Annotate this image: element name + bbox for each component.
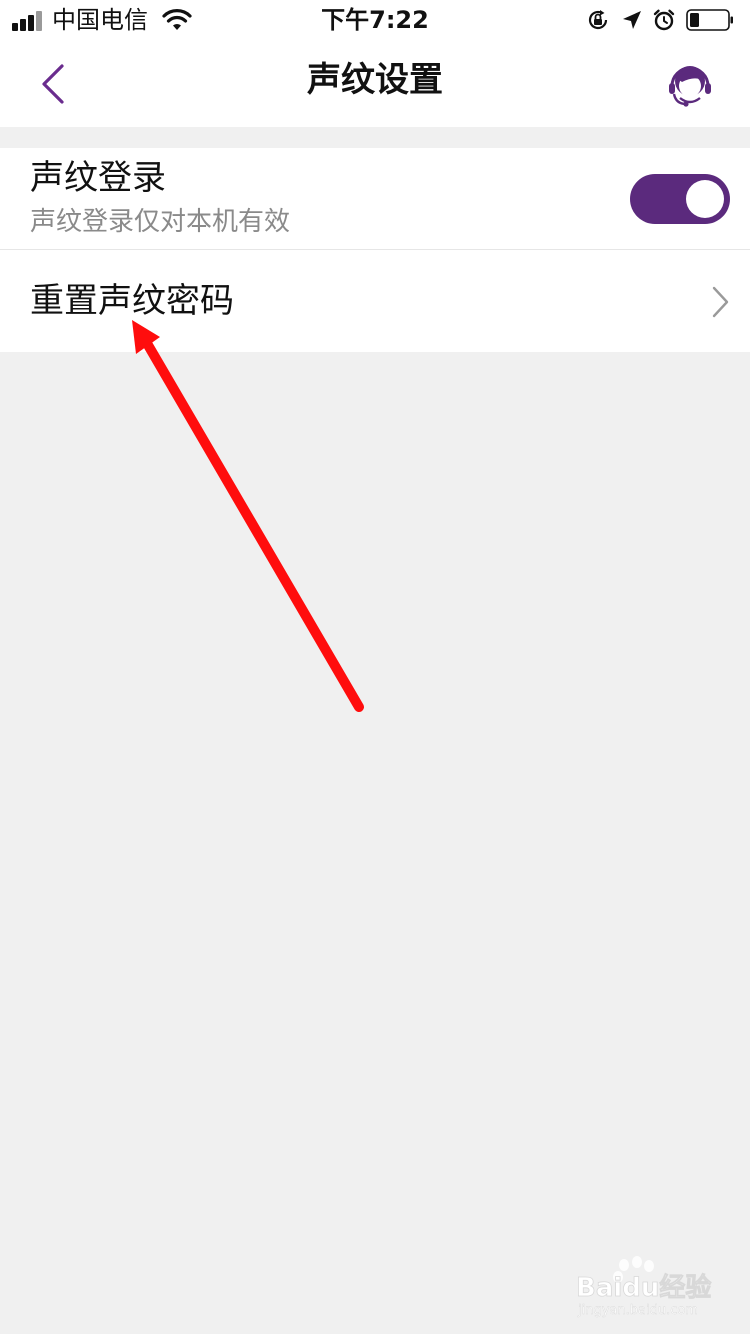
- voice-login-toggle[interactable]: [630, 174, 730, 224]
- battery-icon: [686, 9, 733, 31]
- reset-voice-password-row[interactable]: 重置声纹密码: [0, 250, 750, 352]
- customer-service-icon[interactable]: [664, 60, 716, 112]
- baidu-jingyan-watermark: Baidu经验 jingyan.baidu.com: [576, 1256, 712, 1318]
- voice-login-subtitle: 声纹登录仅对本机有效: [30, 207, 291, 237]
- watermark-url: jingyan.baidu.com: [577, 1303, 698, 1318]
- orientation-lock-icon: [588, 10, 608, 30]
- status-bar: 中国电信 下午7:22: [0, 0, 750, 40]
- watermark-text: Baidu经验: [576, 1272, 711, 1303]
- nav-bar: 声纹设置: [0, 40, 750, 127]
- location-arrow-icon: [623, 11, 641, 29]
- reset-voice-password-label: 重置声纹密码: [30, 281, 234, 321]
- toggle-knob: [686, 180, 724, 218]
- settings-list: 声纹登录 声纹登录仅对本机有效 重置声纹密码: [0, 148, 750, 352]
- page-title: 声纹设置: [307, 60, 443, 100]
- annotation-arrow-shaft: [143, 340, 364, 712]
- chevron-right-icon: [712, 286, 729, 318]
- alarm-icon: [653, 9, 675, 31]
- voice-login-row: 声纹登录 声纹登录仅对本机有效: [0, 148, 750, 250]
- voice-login-title: 声纹登录: [30, 158, 166, 198]
